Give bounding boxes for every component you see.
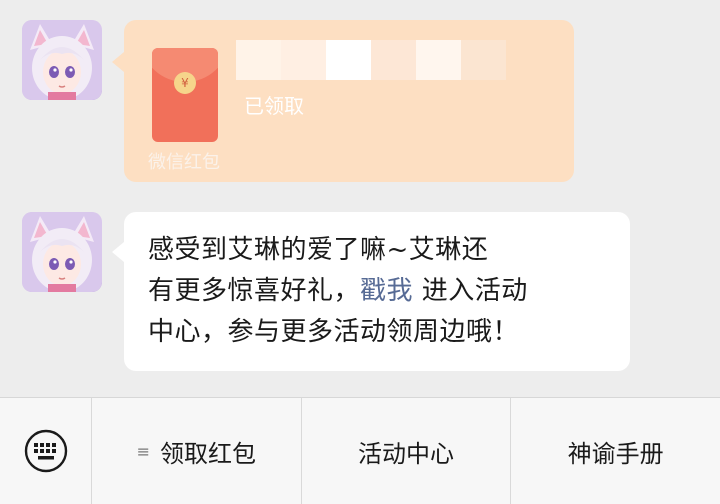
keyboard-toggle-button[interactable] <box>0 398 92 504</box>
message-row-red-packet: ¥ 已领取 微信红包 <box>22 20 574 182</box>
red-packet-footer-label: 微信红包 <box>148 152 220 173</box>
text-message-bubble[interactable]: 感受到艾琳的爱了嘛~艾琳还 有更多惊喜好礼，戳我 进入活动 中心，参与更多活动领… <box>112 212 630 371</box>
menu-item-label: 神谕手册 <box>567 439 664 468</box>
red-packet-icon: ¥ <box>152 48 218 142</box>
red-packet-status: 已领取 <box>244 94 304 118</box>
avatar-image <box>22 212 102 292</box>
red-packet-coin: ¥ <box>174 72 196 94</box>
red-packet-greeting-redacted <box>236 40 506 80</box>
message-line-2-tail: 进入活动 <box>421 276 528 306</box>
activity-link[interactable]: 戳我 <box>360 276 413 306</box>
message-row-text: 感受到艾琳的爱了嘛~艾琳还 有更多惊喜好礼，戳我 进入活动 中心，参与更多活动领… <box>22 212 630 371</box>
avatar[interactable] <box>22 20 102 100</box>
menu-item-activity-center[interactable]: 活动中心 <box>302 398 512 504</box>
message-line-2: 有更多惊喜好礼， <box>148 276 361 306</box>
avatar-image <box>22 20 102 100</box>
menu-item-label: 领取红包 <box>160 439 257 468</box>
message-line-1: 感受到艾琳的爱了嘛~艾琳还 <box>148 235 489 265</box>
message-line-3: 中心，参与更多活动领周边哦！ <box>148 317 520 347</box>
official-account-menu-bar: ≡ 领取红包 活动中心 神谕手册 <box>0 397 720 504</box>
menu-item-label: 活动中心 <box>358 439 454 468</box>
avatar[interactable] <box>22 212 102 292</box>
menu-item-claim-red-packet[interactable]: ≡ 领取红包 <box>92 398 302 504</box>
keyboard-icon <box>24 429 67 473</box>
submenu-icon: ≡ <box>136 441 151 461</box>
red-packet-card[interactable]: ¥ 已领取 微信红包 <box>112 20 574 182</box>
menu-item-oracle-handbook[interactable]: 神谕手册 <box>511 398 720 504</box>
